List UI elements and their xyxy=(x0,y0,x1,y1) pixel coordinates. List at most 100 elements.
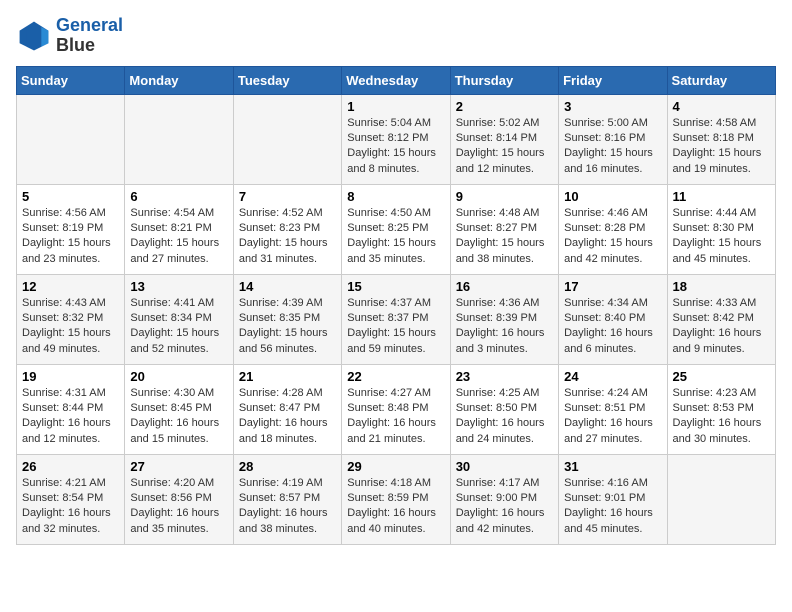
calendar-cell: 7Sunrise: 4:52 AM Sunset: 8:23 PM Daylig… xyxy=(233,184,341,274)
day-info: Sunrise: 4:25 AM Sunset: 8:50 PM Dayligh… xyxy=(456,386,553,448)
day-number: 27 xyxy=(130,459,227,474)
day-number: 21 xyxy=(239,369,336,384)
day-info: Sunrise: 4:18 AM Sunset: 8:59 PM Dayligh… xyxy=(347,476,444,538)
calendar-cell: 22 Sunrise: 4:27 AM Sunset: 8:48 PM Dayli… xyxy=(342,364,450,454)
day-number: 8 xyxy=(347,189,444,204)
day-number: 28 xyxy=(239,459,336,474)
day-header-tuesday: Tuesday xyxy=(233,66,341,94)
calendar-cell: 9 Sunrise: 4:48 AM Sunset: 8:27 PM Daylig… xyxy=(450,184,558,274)
calendar-cell: 10 Sunrise: 4:46 AM Sunset: 8:28 PM Dayli… xyxy=(559,184,667,274)
day-number: 31 xyxy=(564,459,661,474)
day-info: Sunrise: 4:23 AM Sunset: 8:53 PM Dayligh… xyxy=(673,386,770,448)
day-info: Sunrise: 4:34 AM Sunset: 8:40 PM Dayligh… xyxy=(564,296,661,358)
day-info: Sunrise: 4:31 AM Sunset: 8:44 PM Dayligh… xyxy=(22,386,119,448)
calendar-cell xyxy=(233,94,341,184)
day-number: 6 xyxy=(130,189,227,204)
day-info: Sunrise: 4:20 AM Sunset: 8:56 PM Dayligh… xyxy=(130,476,227,538)
day-info: Sunrise: 4:33 AM Sunset: 8:42 PM Dayligh… xyxy=(673,296,770,358)
calendar-table: SundayMondayTuesdayWednesdayThursdayFrid… xyxy=(16,66,776,545)
calendar-cell: 16 Sunrise: 4:36 AM Sunset: 8:39 PM Dayli… xyxy=(450,274,558,364)
day-info: Sunrise: 4:36 AM Sunset: 8:39 PM Dayligh… xyxy=(456,296,553,358)
day-header-sunday: Sunday xyxy=(17,66,125,94)
day-info: Sunrise: 4:41 AM Sunset: 8:34 PM Dayligh… xyxy=(130,296,227,358)
day-info: Sunrise: 4:56 AM Sunset: 8:19 PM Dayligh… xyxy=(22,206,119,268)
day-number: 26 xyxy=(22,459,119,474)
day-number: 23 xyxy=(456,369,553,384)
day-header-wednesday: Wednesday xyxy=(342,66,450,94)
logo: GeneralBlue xyxy=(16,16,123,56)
day-number: 25 xyxy=(673,369,770,384)
calendar-cell xyxy=(17,94,125,184)
day-info: Sunrise: 4:27 AM Sunset: 8:48 PM Dayligh… xyxy=(347,386,444,448)
calendar-week-1: 1 Sunrise: 5:04 AM Sunset: 8:12 PM Daylig… xyxy=(17,94,776,184)
day-info: Sunrise: 4:37 AM Sunset: 8:37 PM Dayligh… xyxy=(347,296,444,358)
calendar-cell: 3 Sunrise: 5:00 AM Sunset: 8:16 PM Daylig… xyxy=(559,94,667,184)
day-info: Sunrise: 4:43 AM Sunset: 8:32 PM Dayligh… xyxy=(22,296,119,358)
calendar-cell: 4 Sunrise: 4:58 AM Sunset: 8:18 PM Daylig… xyxy=(667,94,775,184)
day-number: 13 xyxy=(130,279,227,294)
day-info: Sunrise: 4:48 AM Sunset: 8:27 PM Dayligh… xyxy=(456,206,553,268)
day-header-thursday: Thursday xyxy=(450,66,558,94)
calendar-header-row: SundayMondayTuesdayWednesdayThursdayFrid… xyxy=(17,66,776,94)
day-number: 22 xyxy=(347,369,444,384)
day-header-saturday: Saturday xyxy=(667,66,775,94)
calendar-cell: 12 Sunrise: 4:43 AM Sunset: 8:32 PM Dayli… xyxy=(17,274,125,364)
day-number: 11 xyxy=(673,189,770,204)
logo-text: GeneralBlue xyxy=(56,16,123,56)
day-info: Sunrise: 5:00 AM Sunset: 8:16 PM Dayligh… xyxy=(564,116,661,178)
calendar-cell: 28 Sunrise: 4:19 AM Sunset: 8:57 PM Dayli… xyxy=(233,454,341,544)
day-number: 1 xyxy=(347,99,444,114)
calendar-week-5: 26Sunrise: 4:21 AM Sunset: 8:54 PM Dayli… xyxy=(17,454,776,544)
day-info: Sunrise: 4:24 AM Sunset: 8:51 PM Dayligh… xyxy=(564,386,661,448)
day-number: 4 xyxy=(673,99,770,114)
calendar-cell: 1 Sunrise: 5:04 AM Sunset: 8:12 PM Daylig… xyxy=(342,94,450,184)
calendar-cell: 23 Sunrise: 4:25 AM Sunset: 8:50 PM Dayli… xyxy=(450,364,558,454)
day-number: 2 xyxy=(456,99,553,114)
calendar-cell: 11 Sunrise: 4:44 AM Sunset: 8:30 PM Dayli… xyxy=(667,184,775,274)
day-number: 19 xyxy=(22,369,119,384)
day-info: Sunrise: 4:28 AM Sunset: 8:47 PM Dayligh… xyxy=(239,386,336,448)
day-number: 15 xyxy=(347,279,444,294)
day-number: 10 xyxy=(564,189,661,204)
calendar-cell: 31 Sunrise: 4:16 AM Sunset: 9:01 PM Dayli… xyxy=(559,454,667,544)
day-info: Sunrise: 4:52 AM Sunset: 8:23 PM Dayligh… xyxy=(239,206,336,268)
calendar-cell: 18 Sunrise: 4:33 AM Sunset: 8:42 PM Dayli… xyxy=(667,274,775,364)
day-info: Sunrise: 4:46 AM Sunset: 8:28 PM Dayligh… xyxy=(564,206,661,268)
calendar-cell: 15 Sunrise: 4:37 AM Sunset: 8:37 PM Dayli… xyxy=(342,274,450,364)
calendar-cell: 20Sunrise: 4:30 AM Sunset: 8:45 PM Dayli… xyxy=(125,364,233,454)
day-number: 3 xyxy=(564,99,661,114)
calendar-cell: 30Sunrise: 4:17 AM Sunset: 9:00 PM Dayli… xyxy=(450,454,558,544)
day-number: 29 xyxy=(347,459,444,474)
day-info: Sunrise: 4:44 AM Sunset: 8:30 PM Dayligh… xyxy=(673,206,770,268)
calendar-cell: 27 Sunrise: 4:20 AM Sunset: 8:56 PM Dayli… xyxy=(125,454,233,544)
calendar-week-3: 12 Sunrise: 4:43 AM Sunset: 8:32 PM Dayli… xyxy=(17,274,776,364)
calendar-cell: 29 Sunrise: 4:18 AM Sunset: 8:59 PM Dayli… xyxy=(342,454,450,544)
day-number: 30 xyxy=(456,459,553,474)
day-info: Sunrise: 4:30 AM Sunset: 8:45 PM Dayligh… xyxy=(130,386,227,448)
day-info: Sunrise: 4:54 AM Sunset: 8:21 PM Dayligh… xyxy=(130,206,227,268)
day-info: Sunrise: 5:04 AM Sunset: 8:12 PM Dayligh… xyxy=(347,116,444,178)
day-info: Sunrise: 4:19 AM Sunset: 8:57 PM Dayligh… xyxy=(239,476,336,538)
calendar-cell: 24Sunrise: 4:24 AM Sunset: 8:51 PM Dayli… xyxy=(559,364,667,454)
day-number: 16 xyxy=(456,279,553,294)
page-header: GeneralBlue xyxy=(16,16,776,56)
calendar-cell: 26Sunrise: 4:21 AM Sunset: 8:54 PM Dayli… xyxy=(17,454,125,544)
day-info: Sunrise: 4:58 AM Sunset: 8:18 PM Dayligh… xyxy=(673,116,770,178)
logo-icon xyxy=(16,18,52,54)
day-number: 12 xyxy=(22,279,119,294)
calendar-cell: 19 Sunrise: 4:31 AM Sunset: 8:44 PM Dayli… xyxy=(17,364,125,454)
calendar-cell: 5 Sunrise: 4:56 AM Sunset: 8:19 PM Daylig… xyxy=(17,184,125,274)
calendar-cell: 13 Sunrise: 4:41 AM Sunset: 8:34 PM Dayli… xyxy=(125,274,233,364)
calendar-cell: 17Sunrise: 4:34 AM Sunset: 8:40 PM Dayli… xyxy=(559,274,667,364)
day-number: 9 xyxy=(456,189,553,204)
day-number: 14 xyxy=(239,279,336,294)
calendar-cell: 2 Sunrise: 5:02 AM Sunset: 8:14 PM Daylig… xyxy=(450,94,558,184)
day-number: 5 xyxy=(22,189,119,204)
day-number: 18 xyxy=(673,279,770,294)
day-info: Sunrise: 4:39 AM Sunset: 8:35 PM Dayligh… xyxy=(239,296,336,358)
calendar-week-2: 5 Sunrise: 4:56 AM Sunset: 8:19 PM Daylig… xyxy=(17,184,776,274)
calendar-cell: 8Sunrise: 4:50 AM Sunset: 8:25 PM Daylig… xyxy=(342,184,450,274)
day-info: Sunrise: 5:02 AM Sunset: 8:14 PM Dayligh… xyxy=(456,116,553,178)
calendar-cell xyxy=(667,454,775,544)
day-info: Sunrise: 4:16 AM Sunset: 9:01 PM Dayligh… xyxy=(564,476,661,538)
